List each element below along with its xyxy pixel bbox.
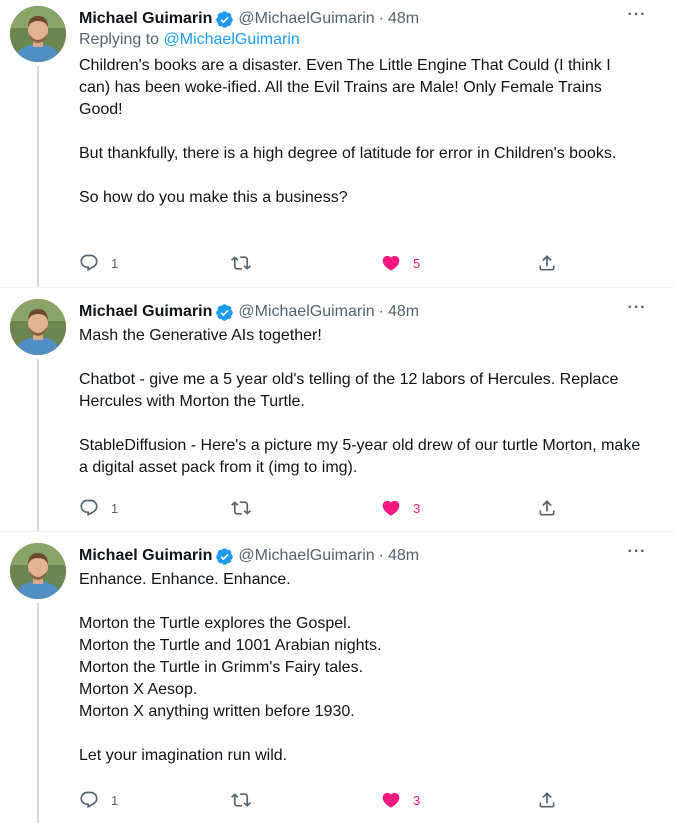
tweet-paragraph: But thankfully, there is a high degree o… <box>79 145 617 162</box>
separator-dot: · <box>378 547 384 564</box>
thread-connector <box>37 66 39 287</box>
retweet-icon <box>231 501 251 515</box>
like-button[interactable]: 5 <box>381 253 420 273</box>
retweet-button[interactable] <box>231 253 263 273</box>
author-name[interactable]: Michael Guimarin <box>79 10 212 28</box>
like-count: 3 <box>413 792 421 808</box>
reply-count: 1 <box>111 500 119 516</box>
timestamp[interactable]: 48m <box>388 303 419 321</box>
avatar-photo <box>10 6 66 62</box>
avatar[interactable] <box>10 299 66 355</box>
retweet-icon <box>231 793 251 807</box>
reply-button[interactable]: 1 <box>79 498 118 518</box>
author-handle[interactable]: @MichaelGuimarin <box>238 547 374 565</box>
tweet-text: Enhance. Enhance. Enhance. Morton the Tu… <box>79 569 645 767</box>
share-button[interactable] <box>537 498 557 518</box>
separator-dot: · <box>378 10 384 27</box>
retweet-icon <box>231 256 251 270</box>
separator-dot: · <box>378 303 384 320</box>
tweet-paragraph: So how do you make this a business? <box>79 189 348 206</box>
verified-badge-icon[interactable] <box>215 10 234 29</box>
tweet-paragraph: Chatbot - give me a 5 year old's telling… <box>79 371 619 410</box>
reply-button[interactable]: 1 <box>79 790 118 810</box>
tweet-paragraph: Enhance. Enhance. Enhance. <box>79 571 291 588</box>
verified-badge-icon[interactable] <box>215 547 234 566</box>
retweet-button[interactable] <box>231 790 263 810</box>
author-name[interactable]: Michael Guimarin <box>79 303 212 321</box>
reply-icon <box>80 499 98 517</box>
share-button[interactable] <box>537 253 557 273</box>
avatar-photo <box>10 543 66 599</box>
reply-icon <box>80 254 98 272</box>
tweet-paragraph: Morton the Turtle explores the Gospel. M… <box>79 615 382 720</box>
like-count: 3 <box>413 500 421 516</box>
tweet[interactable]: Michael Guimarin @MichaelGuimarin · 48m … <box>0 287 675 532</box>
share-icon <box>539 500 555 516</box>
reply-count: 1 <box>111 792 119 808</box>
author-handle[interactable]: @MichaelGuimarin <box>238 10 374 28</box>
reply-icon <box>80 791 98 809</box>
share-icon <box>539 792 555 808</box>
tweet[interactable]: Michael Guimarin @MichaelGuimarin · 48m … <box>0 0 675 287</box>
timestamp[interactable]: 48m <box>388 547 419 565</box>
share-button[interactable] <box>537 790 557 810</box>
heart-filled-icon <box>382 500 400 516</box>
like-count: 5 <box>413 255 421 271</box>
tweet-actions: 1 5 <box>79 251 559 275</box>
thread-connector <box>37 603 39 823</box>
more-horizontal-icon[interactable]: ··· <box>625 300 649 321</box>
like-button[interactable]: 3 <box>381 498 420 518</box>
thread-connector <box>37 359 39 532</box>
replying-to-handle-link[interactable]: @MichaelGuimarin <box>164 31 300 48</box>
tweet-paragraph: Mash the Generative AIs together! <box>79 327 322 344</box>
like-button[interactable]: 3 <box>381 790 420 810</box>
retweet-button[interactable] <box>231 498 263 518</box>
reply-button[interactable]: 1 <box>79 253 118 273</box>
timestamp[interactable]: 48m <box>388 10 419 28</box>
heart-filled-icon <box>382 255 400 271</box>
more-horizontal-icon[interactable]: ··· <box>625 7 649 28</box>
tweet-text: Children's books are a disaster. Even Th… <box>79 55 645 209</box>
replying-to: Replying to @MichaelGuimarin <box>79 31 645 53</box>
avatar[interactable] <box>10 6 66 62</box>
reply-count: 1 <box>111 255 119 271</box>
verified-badge-icon[interactable] <box>215 303 234 322</box>
tweet-paragraph: Let your imagination run wild. <box>79 747 288 764</box>
tweet-text: Mash the Generative AIs together! Chatbo… <box>79 325 645 479</box>
tweet-thread: Michael Guimarin @MichaelGuimarin · 48m … <box>0 0 675 823</box>
share-icon <box>539 255 555 271</box>
more-horizontal-icon[interactable]: ··· <box>625 544 649 565</box>
tweet-paragraph: Children's books are a disaster. Even Th… <box>79 57 611 118</box>
heart-filled-icon <box>382 792 400 808</box>
tweet-paragraph: StableDiffusion - Here's a picture my 5-… <box>79 437 641 476</box>
tweet-actions: 1 3 <box>79 788 559 812</box>
tweet-actions: 1 3 <box>79 496 559 520</box>
avatar-photo <box>10 299 66 355</box>
avatar[interactable] <box>10 543 66 599</box>
replying-to-label: Replying to <box>79 31 164 48</box>
author-handle[interactable]: @MichaelGuimarin <box>238 303 374 321</box>
author-name[interactable]: Michael Guimarin <box>79 547 212 565</box>
tweet[interactable]: Michael Guimarin @MichaelGuimarin · 48m … <box>0 531 675 823</box>
